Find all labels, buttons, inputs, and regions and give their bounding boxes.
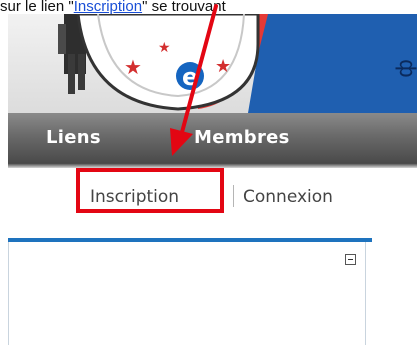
site-banner: ★ ★ ★ e ф	[8, 14, 417, 113]
nav-item-liens[interactable]: Liens	[46, 127, 101, 148]
star-icon: ★	[158, 40, 171, 56]
auth-separator	[233, 185, 234, 207]
annotation-highlight-box	[76, 168, 224, 213]
logo-letter: e	[182, 63, 198, 91]
panel-right-border	[365, 242, 366, 345]
caption-before: sur le lien "	[0, 0, 74, 15]
content-top-border	[8, 238, 372, 242]
star-icon: ★	[215, 56, 231, 77]
main-navbar: Liens Membres	[8, 113, 417, 163]
connexion-link[interactable]: Connexion	[243, 187, 333, 207]
caption-after: " se trouvant	[142, 0, 226, 15]
star-icon: ★	[124, 55, 142, 79]
caption-inscription-link[interactable]: Inscription	[74, 0, 142, 15]
banner-graphic: ★ ★ ★ e ф	[58, 14, 417, 113]
minus-box-icon[interactable]	[345, 254, 356, 265]
banner-side-text: ф	[394, 59, 417, 78]
panel-left-border	[8, 242, 9, 345]
nav-item-membres[interactable]: Membres	[194, 127, 290, 148]
